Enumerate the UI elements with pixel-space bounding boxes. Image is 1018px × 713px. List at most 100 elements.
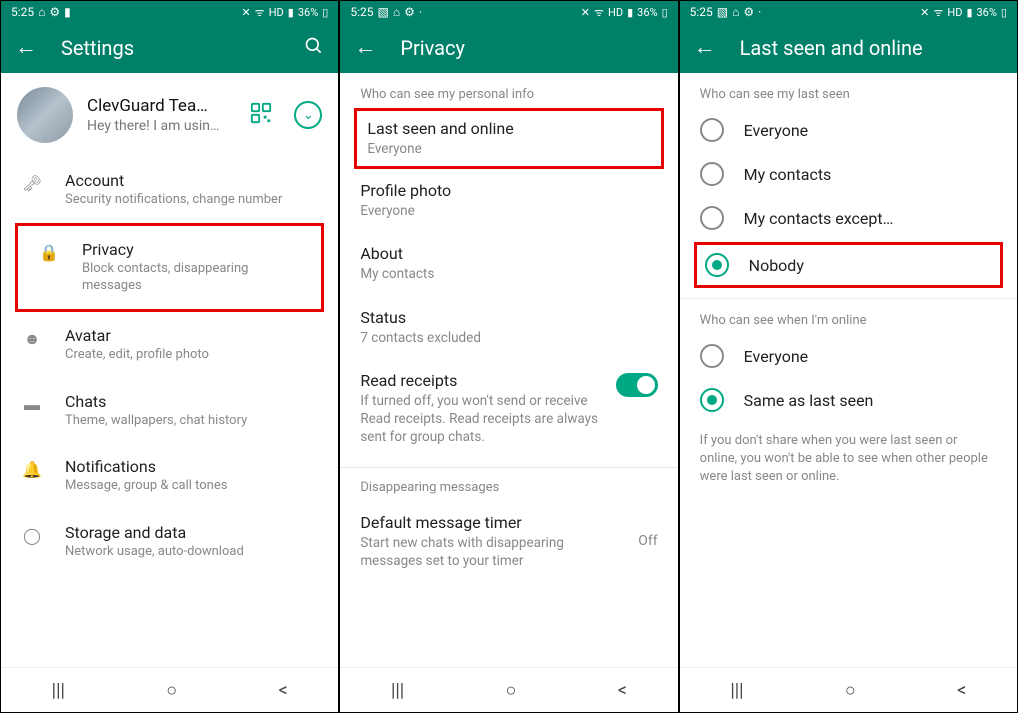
nav-recents-icon[interactable]: ||| [391, 680, 404, 701]
app-header: ← Last seen and online [680, 23, 1017, 73]
section-online: Who can see when I'm online [680, 299, 1017, 334]
back-arrow-icon[interactable]: ← [15, 37, 37, 59]
radio-everyone[interactable]: Everyone [680, 108, 1017, 152]
radio-label: My contacts except… [744, 209, 894, 228]
status-time: 5:25 [690, 5, 713, 19]
item-title: Last seen and online [367, 119, 650, 138]
privacy-item-status[interactable]: Status 7 contacts excluded [340, 296, 677, 359]
item-title: Storage and data [65, 523, 318, 542]
radio-icon [700, 388, 724, 412]
mute-icon: ✕ [241, 6, 250, 19]
status-time: 5:25 [11, 5, 34, 19]
item-sub: Theme, wallpapers, chat history [65, 413, 318, 430]
profile-name: ClevGuard Tea… [87, 96, 236, 116]
mute-icon: ✕ [920, 6, 929, 19]
data-usage-icon: ◯ [23, 526, 41, 545]
signal-hd: HD [947, 6, 962, 19]
screen-privacy: 5:25 ▧ ⌂ ⚙ · ✕ ᯤ HD ▮ 36% ▯ ← Privacy Wh… [339, 0, 678, 713]
battery-icon: ▯ [322, 6, 328, 19]
nav-home-icon[interactable]: ○ [845, 680, 856, 701]
expand-chevron-icon[interactable]: ⌄ [294, 101, 322, 129]
chat-bubble-icon: ▮ [64, 5, 71, 19]
divider [340, 467, 677, 468]
radio-label: Everyone [744, 121, 808, 140]
nav-back-icon[interactable]: < [278, 680, 287, 701]
nav-home-icon[interactable]: ○ [506, 680, 517, 701]
status-bar: 5:25 ⌂ ⚙ ▮ ✕ ᯤ HD ▮ 36% ▯ [1, 1, 338, 23]
settings-item-notifications[interactable]: 🔔 Notifications Message, group & call to… [1, 443, 338, 509]
radio-online-same[interactable]: Same as last seen [680, 378, 1017, 422]
nav-back-icon[interactable]: < [618, 680, 627, 701]
item-sub: If turned off, you won't send or receive… [360, 392, 600, 447]
item-sub: 7 contacts excluded [360, 329, 657, 347]
item-title: Notifications [65, 457, 318, 476]
nav-back-icon[interactable]: < [957, 680, 966, 701]
profile-row[interactable]: ClevGuard Tea… Hey there! I am usin… ⌄ [1, 73, 338, 157]
dot-icon: · [758, 5, 761, 19]
privacy-item-read-receipts[interactable]: Read receipts If turned off, you won't s… [340, 359, 677, 459]
radio-label: Everyone [744, 347, 808, 366]
timer-value: Off [638, 533, 657, 549]
nav-recents-icon[interactable]: ||| [730, 680, 743, 701]
item-title: Default message timer [360, 513, 657, 532]
settings-item-storage[interactable]: ◯ Storage and data Network usage, auto-d… [1, 509, 338, 575]
read-receipts-toggle[interactable] [616, 373, 658, 397]
settings-list: 🗝 Account Security notifications, change… [1, 157, 338, 667]
settings-item-chats[interactable]: ▬ Chats Theme, wallpapers, chat history [1, 378, 338, 444]
item-title: Avatar [65, 326, 318, 345]
gear-small-icon: ⚙ [49, 5, 60, 19]
header-title: Last seen and online [740, 36, 1003, 60]
privacy-item-profile-photo[interactable]: Profile photo Everyone [340, 169, 677, 232]
android-nav-bar: ||| ○ < [1, 667, 338, 712]
laptop-icon: ⌂ [38, 5, 45, 19]
header-title: Privacy [400, 36, 663, 60]
battery-pct: 36% [298, 6, 318, 19]
radio-icon [700, 118, 724, 142]
settings-item-avatar[interactable]: ☻ Avatar Create, edit, profile photo [1, 312, 338, 378]
item-sub: Everyone [367, 140, 650, 158]
app-header: ← Settings [1, 23, 338, 73]
header-title: Settings [61, 36, 280, 60]
key-icon: 🗝 [22, 174, 42, 193]
privacy-item-about[interactable]: About My contacts [340, 232, 677, 295]
status-time: 5:25 [350, 5, 373, 19]
bell-icon: 🔔 [22, 460, 42, 479]
privacy-item-default-timer[interactable]: Default message timer Start new chats wi… [340, 501, 677, 582]
nav-recents-icon[interactable]: ||| [52, 680, 65, 701]
privacy-item-last-seen[interactable]: Last seen and online Everyone [357, 111, 660, 166]
item-title: Account [65, 171, 318, 190]
radio-online-everyone[interactable]: Everyone [680, 334, 1017, 378]
radio-label: Nobody [749, 256, 804, 275]
privacy-note: If you don't share when you were last se… [680, 422, 1017, 497]
item-sub: My contacts [360, 265, 657, 283]
item-sub: Network usage, auto-download [65, 544, 318, 561]
screen-last-seen: 5:25 ▧ ⌂ ⚙ · ✕ ᯤ HD ▮ 36% ▯ ← Last seen … [679, 0, 1018, 713]
radio-my-contacts[interactable]: My contacts [680, 152, 1017, 196]
profile-status: Hey there! I am usin… [87, 118, 236, 134]
wifi-icon: ᯤ [594, 5, 604, 20]
radio-label: My contacts [744, 165, 832, 184]
image-icon: ▧ [377, 5, 388, 19]
image-icon: ▧ [717, 5, 728, 19]
back-arrow-icon[interactable]: ← [354, 37, 376, 59]
item-sub: Create, edit, profile photo [65, 347, 318, 364]
wifi-icon: ᯤ [933, 5, 943, 20]
radio-my-contacts-except[interactable]: My contacts except… [680, 196, 1017, 240]
avatar [17, 87, 73, 143]
item-title: About [360, 244, 657, 263]
signal-hd: HD [269, 6, 284, 19]
nav-home-icon[interactable]: ○ [166, 680, 177, 701]
settings-item-privacy[interactable]: 🔒 Privacy Block contacts, disappearing m… [15, 223, 324, 312]
signal-bars-icon: ▮ [288, 6, 294, 19]
back-arrow-icon[interactable]: ← [694, 37, 716, 59]
radio-nobody[interactable]: Nobody [697, 249, 1000, 281]
item-title: Profile photo [360, 181, 657, 200]
battery-pct: 36% [977, 6, 997, 19]
qr-icon[interactable] [250, 102, 272, 128]
settings-item-account[interactable]: 🗝 Account Security notifications, change… [1, 157, 338, 223]
chat-icon: ▬ [24, 395, 40, 415]
radio-icon [700, 344, 724, 368]
radio-icon [700, 206, 724, 230]
search-icon[interactable] [304, 36, 324, 60]
section-personal-info: Who can see my personal info [340, 73, 677, 108]
